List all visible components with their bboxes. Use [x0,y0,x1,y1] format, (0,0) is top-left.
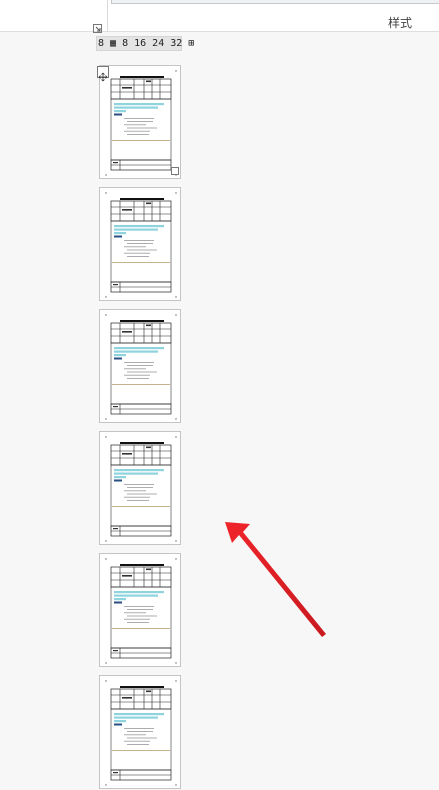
red-arrow-icon [225,522,326,637]
